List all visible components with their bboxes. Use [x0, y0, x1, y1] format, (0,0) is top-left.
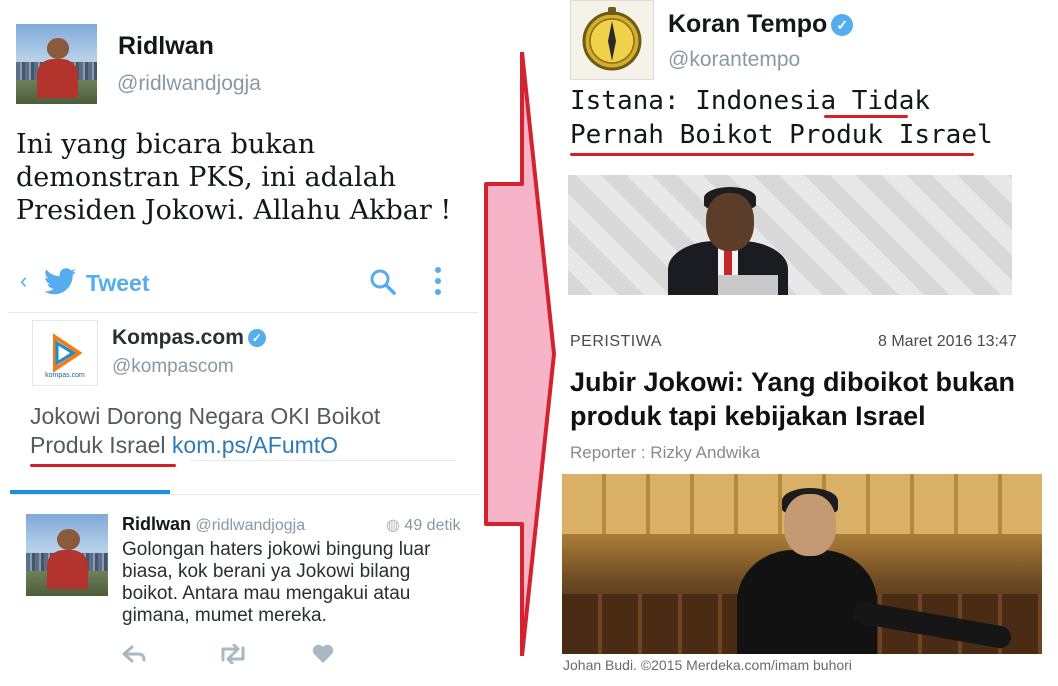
ridlwan-avatar[interactable]: [16, 24, 97, 104]
reply-timestamp: ◍ 49 detik: [386, 517, 461, 534]
reply-author-name[interactable]: Ridlwan: [122, 514, 191, 534]
retweet-icon[interactable]: [218, 643, 248, 670]
compass-icon: [582, 7, 642, 71]
quoted-link[interactable]: kom.ps/AFumtO: [172, 432, 338, 458]
produk-israel-underline: [30, 464, 176, 467]
headline-line2: Pernah Boikot Produk Israel: [570, 120, 993, 150]
reply-header: Ridlwan @ridlwandjogja: [122, 514, 305, 535]
article-reporter: Reporter : Rizky Andwika: [570, 443, 760, 462]
tweet-header-label: Tweet: [86, 270, 150, 296]
tweet-author-handle[interactable]: @ridlwandjogja: [117, 72, 261, 96]
verified-badge-icon: ✓: [831, 14, 854, 37]
more-options-icon[interactable]: [434, 266, 442, 296]
article-category[interactable]: PERISTIWA: [570, 333, 662, 351]
red-arrow-icon: [484, 52, 556, 656]
tidak-underline: [824, 115, 908, 118]
koran-tempo-logo[interactable]: [570, 0, 654, 80]
boikot-underline: [570, 153, 974, 156]
tempo-headline: Istana: Indonesia Tidak Pernah Boikot Pr…: [570, 84, 1010, 152]
like-heart-icon[interactable]: [312, 644, 334, 670]
reply-author-handle[interactable]: @ridlwandjogja: [195, 517, 305, 534]
verified-badge-icon: ✓: [247, 329, 266, 348]
reply-avatar[interactable]: [26, 514, 108, 596]
quoted-author-name[interactable]: Kompas.com ✓: [112, 326, 266, 350]
tempo-account-handle[interactable]: @korantempo: [668, 48, 800, 72]
quoted-text-underlined: Produk Israel: [30, 432, 166, 458]
tweet-author-name[interactable]: Ridlwan: [118, 32, 214, 61]
tweet-text: Ini yang bicara bukan demonstran PKS, in…: [16, 129, 452, 226]
search-icon[interactable]: [369, 268, 397, 296]
quoted-author-handle[interactable]: @kompascom: [112, 356, 234, 378]
header-divider: [8, 312, 478, 313]
back-button[interactable]: ‹: [20, 268, 27, 294]
chevron-left-icon: ‹: [20, 268, 28, 293]
johan-budi-photo[interactable]: [562, 474, 1042, 654]
kompas-play-icon: kompas.com: [45, 333, 85, 379]
headline-underlined-word: Tidak: [851, 86, 931, 116]
article-datetime: 8 Maret 2016 13:47: [878, 333, 1017, 350]
quoted-text-start: Jokowi Dorong Negara OKI Boikot: [30, 403, 381, 429]
tempo-account-name[interactable]: Koran Tempo ✓: [668, 10, 854, 39]
headline-line1: Istana: Indonesia: [570, 86, 852, 116]
twitter-bird-icon: [44, 268, 76, 295]
reply-action-icon[interactable]: [122, 644, 146, 670]
svg-text:kompas.com: kompas.com: [45, 372, 85, 379]
globe-icon: ◍: [386, 517, 400, 534]
kompas-logo[interactable]: kompas.com: [32, 320, 98, 386]
quoted-bottom-divider: [190, 460, 456, 461]
reply-text: Golongan haters jokowi bingung luar bias…: [122, 539, 431, 626]
article-title[interactable]: Jubir Jokowi: Yang diboikot bukan produk…: [570, 365, 1040, 433]
jokowi-photo[interactable]: [568, 175, 1012, 295]
photo-caption: Johan Budi. ©2015 Merdeka.com/imam buhor…: [563, 657, 852, 673]
reply-divider: [10, 494, 480, 495]
quoted-tweet-text: Jokowi Dorong Negara OKI Boikot Produk I…: [30, 402, 450, 460]
